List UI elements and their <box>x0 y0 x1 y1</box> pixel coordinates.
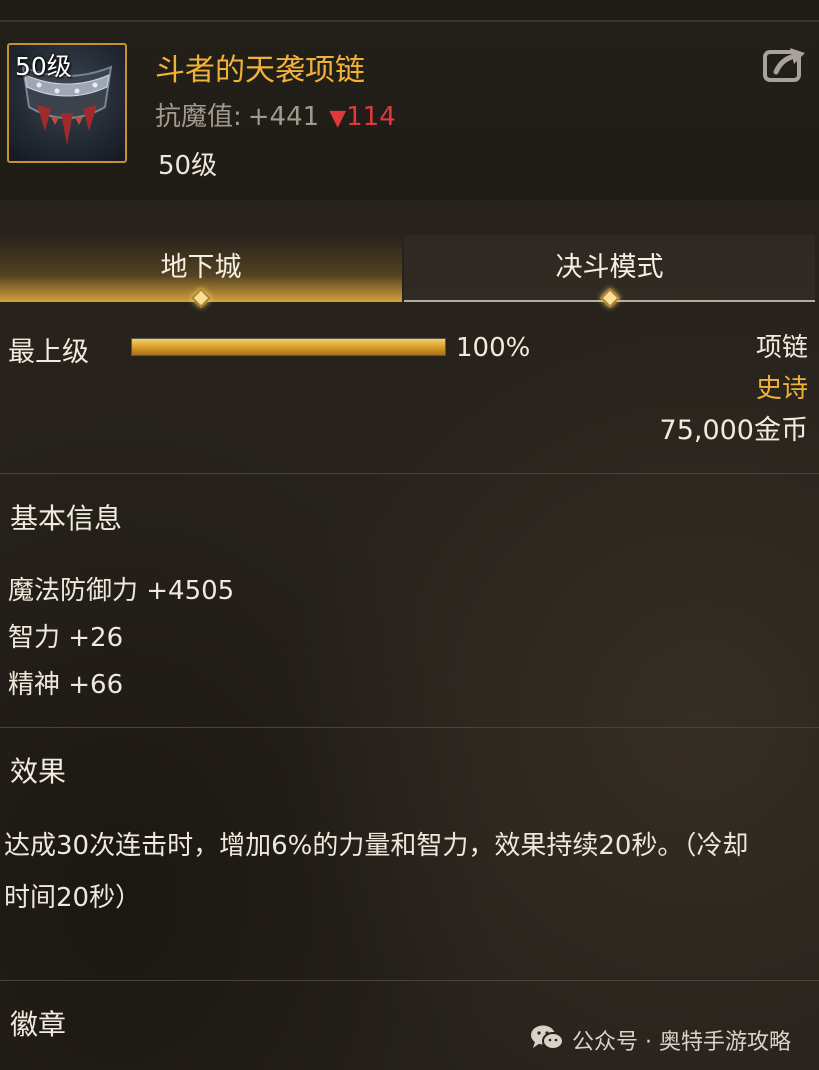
item-type: 项链 <box>755 333 808 363</box>
stat-line: 魔法防御力 +4505 <box>8 576 235 606</box>
down-arrow-icon: ▼ <box>329 106 347 131</box>
share-button[interactable] <box>762 44 808 84</box>
tab-dungeon-label: 地下城 <box>160 252 242 283</box>
item-name: 斗者的天袭项链 <box>155 53 365 88</box>
grade-progress-bar <box>131 338 446 356</box>
grade-progress-percent: 100% <box>456 333 531 363</box>
grade-label: 最上级 <box>8 337 89 368</box>
watermark-text: 公众号 · 奥特手游攻略 <box>572 1030 791 1055</box>
tab-diamond-icon <box>191 288 211 308</box>
magic-resist-value: +441 <box>247 102 320 132</box>
item-level-badge: 50级 <box>15 52 72 81</box>
item-level-text: 50级 <box>158 151 218 181</box>
divider <box>0 980 819 981</box>
tab-duel-mode-label: 决斗模式 <box>555 252 664 283</box>
tab-diamond-icon <box>599 288 620 308</box>
item-meta: 项链 史诗 75,000金币 <box>660 328 808 452</box>
tab-dungeon[interactable]: 地下城 <box>0 235 402 308</box>
effect-title: 效果 <box>10 755 67 788</box>
divider <box>0 473 819 474</box>
effect-description: 达成30次连击时，增加6%的力量和智力，效果持续20秒。（冷却时间20秒） <box>4 831 749 913</box>
mode-tabs: 地下城 决斗模式 <box>0 235 819 308</box>
magic-resist-row: 抗魔值: +441 ▼114 <box>155 96 396 133</box>
grade-progress-fill <box>132 339 445 355</box>
necklace-item-icon[interactable]: 50级 <box>7 43 127 163</box>
item-rarity: 史诗 <box>755 374 808 404</box>
magic-resist-decrease: ▼114 <box>329 102 396 132</box>
magic-resist-decrease-value: 114 <box>346 102 396 132</box>
badge-title: 徽章 <box>10 1008 67 1041</box>
top-strip <box>0 0 819 22</box>
share-export-icon <box>763 48 805 82</box>
stat-line: 智力 +26 <box>8 623 124 653</box>
basic-info-title: 基本信息 <box>10 502 123 535</box>
wechat-logo-icon <box>531 1025 564 1050</box>
divider <box>0 727 819 728</box>
magic-resist-label: 抗魔值: <box>155 102 242 132</box>
stat-line: 精神 +66 <box>8 670 124 700</box>
item-price: 75,000金币 <box>659 415 808 446</box>
tab-duel-mode[interactable]: 决斗模式 <box>404 235 815 308</box>
